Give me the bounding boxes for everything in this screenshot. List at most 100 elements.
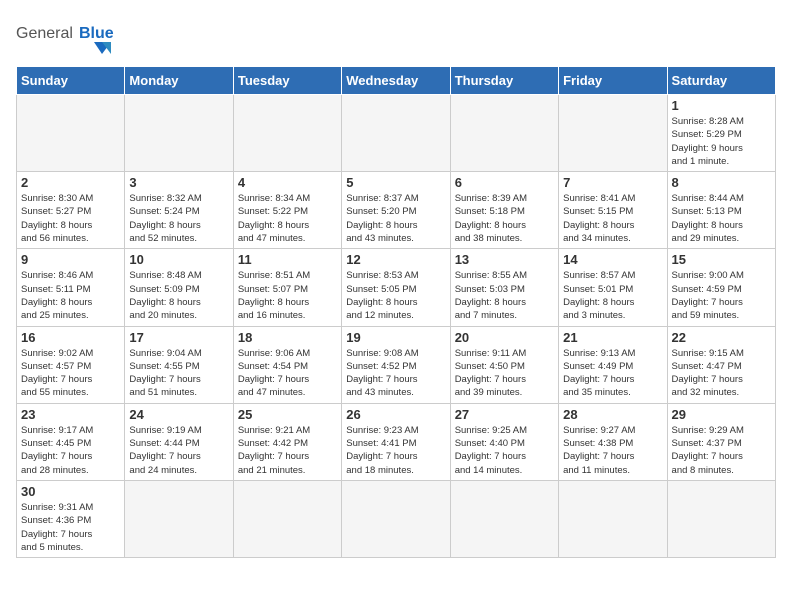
day-number: 29: [672, 407, 771, 422]
day-info: Sunrise: 9:13 AM Sunset: 4:49 PM Dayligh…: [563, 347, 662, 400]
calendar-cell: 10 Sunrise: 8:48 AM Sunset: 5:09 PM Dayli…: [125, 249, 233, 326]
day-info: Sunrise: 8:28 AM Sunset: 5:29 PM Dayligh…: [672, 115, 771, 168]
day-number: 26: [346, 407, 445, 422]
day-number: 24: [129, 407, 228, 422]
day-number: 23: [21, 407, 120, 422]
day-info: Sunrise: 9:15 AM Sunset: 4:47 PM Dayligh…: [672, 347, 771, 400]
day-info: Sunrise: 9:31 AM Sunset: 4:36 PM Dayligh…: [21, 501, 120, 554]
calendar-week-row: 30 Sunrise: 9:31 AM Sunset: 4:36 PM Dayli…: [17, 480, 776, 557]
calendar-cell: 15 Sunrise: 9:00 AM Sunset: 4:59 PM Dayli…: [667, 249, 775, 326]
calendar-cell: 29Sunrise: 9:29 AM Sunset: 4:37 PM Dayli…: [667, 403, 775, 480]
calendar-cell: [450, 95, 558, 172]
calendar-cell: 18 Sunrise: 9:06 AM Sunset: 4:54 PM Dayli…: [233, 326, 341, 403]
calendar-cell: [17, 95, 125, 172]
day-number: 7: [563, 175, 662, 190]
day-info: Sunrise: 8:39 AM Sunset: 5:18 PM Dayligh…: [455, 192, 554, 245]
calendar-cell: 30 Sunrise: 9:31 AM Sunset: 4:36 PM Dayli…: [17, 480, 125, 557]
day-number: 25: [238, 407, 337, 422]
calendar-week-row: 16 Sunrise: 9:02 AM Sunset: 4:57 PM Dayli…: [17, 326, 776, 403]
calendar-cell: 2 Sunrise: 8:30 AM Sunset: 5:27 PM Daylig…: [17, 172, 125, 249]
day-number: 6: [455, 175, 554, 190]
day-number: 14: [563, 252, 662, 267]
calendar-cell: [559, 95, 667, 172]
day-info: Sunrise: 9:00 AM Sunset: 4:59 PM Dayligh…: [672, 269, 771, 322]
day-number: 16: [21, 330, 120, 345]
calendar-table: SundayMondayTuesdayWednesdayThursdayFrid…: [16, 66, 776, 558]
day-number: 2: [21, 175, 120, 190]
calendar-cell: [125, 480, 233, 557]
calendar-cell: 8 Sunrise: 8:44 AM Sunset: 5:13 PM Daylig…: [667, 172, 775, 249]
day-number: 18: [238, 330, 337, 345]
calendar-cell: 13 Sunrise: 8:55 AM Sunset: 5:03 PM Dayli…: [450, 249, 558, 326]
day-number: 10: [129, 252, 228, 267]
day-number: 12: [346, 252, 445, 267]
day-header-saturday: Saturday: [667, 67, 775, 95]
day-info: Sunrise: 9:02 AM Sunset: 4:57 PM Dayligh…: [21, 347, 120, 400]
day-number: 15: [672, 252, 771, 267]
svg-text:General: General: [16, 25, 73, 42]
calendar-week-row: 2 Sunrise: 8:30 AM Sunset: 5:27 PM Daylig…: [17, 172, 776, 249]
day-header-monday: Monday: [125, 67, 233, 95]
day-number: 27: [455, 407, 554, 422]
day-number: 17: [129, 330, 228, 345]
day-info: Sunrise: 8:34 AM Sunset: 5:22 PM Dayligh…: [238, 192, 337, 245]
calendar-cell: 12 Sunrise: 8:53 AM Sunset: 5:05 PM Dayli…: [342, 249, 450, 326]
calendar-cell: 21 Sunrise: 9:13 AM Sunset: 4:49 PM Dayli…: [559, 326, 667, 403]
header: General Blue: [16, 16, 776, 58]
day-number: 3: [129, 175, 228, 190]
calendar-cell: [233, 95, 341, 172]
day-info: Sunrise: 8:51 AM Sunset: 5:07 PM Dayligh…: [238, 269, 337, 322]
calendar-cell: [667, 480, 775, 557]
day-info: Sunrise: 9:27 AM Sunset: 4:38 PM Dayligh…: [563, 424, 662, 477]
calendar-cell: 27Sunrise: 9:25 AM Sunset: 4:40 PM Dayli…: [450, 403, 558, 480]
logo-icon: General Blue: [16, 16, 126, 56]
day-info: Sunrise: 8:46 AM Sunset: 5:11 PM Dayligh…: [21, 269, 120, 322]
day-info: Sunrise: 8:48 AM Sunset: 5:09 PM Dayligh…: [129, 269, 228, 322]
calendar-cell: 20Sunrise: 9:11 AM Sunset: 4:50 PM Dayli…: [450, 326, 558, 403]
day-info: Sunrise: 9:19 AM Sunset: 4:44 PM Dayligh…: [129, 424, 228, 477]
calendar-cell: 3 Sunrise: 8:32 AM Sunset: 5:24 PM Daylig…: [125, 172, 233, 249]
svg-text:Blue: Blue: [79, 25, 114, 42]
day-number: 21: [563, 330, 662, 345]
calendar-cell: 9Sunrise: 8:46 AM Sunset: 5:11 PM Daylig…: [17, 249, 125, 326]
calendar-cell: [450, 480, 558, 557]
day-info: Sunrise: 8:55 AM Sunset: 5:03 PM Dayligh…: [455, 269, 554, 322]
day-header-tuesday: Tuesday: [233, 67, 341, 95]
calendar-cell: 25 Sunrise: 9:21 AM Sunset: 4:42 PM Dayli…: [233, 403, 341, 480]
calendar-week-row: 9Sunrise: 8:46 AM Sunset: 5:11 PM Daylig…: [17, 249, 776, 326]
day-number: 13: [455, 252, 554, 267]
calendar-cell: [342, 95, 450, 172]
day-info: Sunrise: 9:08 AM Sunset: 4:52 PM Dayligh…: [346, 347, 445, 400]
day-info: Sunrise: 8:30 AM Sunset: 5:27 PM Dayligh…: [21, 192, 120, 245]
day-info: Sunrise: 9:04 AM Sunset: 4:55 PM Dayligh…: [129, 347, 228, 400]
calendar-cell: [125, 95, 233, 172]
calendar-cell: 4 Sunrise: 8:34 AM Sunset: 5:22 PM Daylig…: [233, 172, 341, 249]
logo: General Blue: [16, 16, 126, 58]
calendar-cell: 26Sunrise: 9:23 AM Sunset: 4:41 PM Dayli…: [342, 403, 450, 480]
day-info: Sunrise: 9:11 AM Sunset: 4:50 PM Dayligh…: [455, 347, 554, 400]
day-header-sunday: Sunday: [17, 67, 125, 95]
calendar-cell: 28Sunrise: 9:27 AM Sunset: 4:38 PM Dayli…: [559, 403, 667, 480]
day-number: 11: [238, 252, 337, 267]
day-info: Sunrise: 9:06 AM Sunset: 4:54 PM Dayligh…: [238, 347, 337, 400]
day-number: 4: [238, 175, 337, 190]
calendar-cell: 19Sunrise: 9:08 AM Sunset: 4:52 PM Dayli…: [342, 326, 450, 403]
calendar-cell: 22 Sunrise: 9:15 AM Sunset: 4:47 PM Dayli…: [667, 326, 775, 403]
day-number: 22: [672, 330, 771, 345]
day-info: Sunrise: 9:21 AM Sunset: 4:42 PM Dayligh…: [238, 424, 337, 477]
day-number: 5: [346, 175, 445, 190]
day-number: 1: [672, 98, 771, 113]
day-info: Sunrise: 8:32 AM Sunset: 5:24 PM Dayligh…: [129, 192, 228, 245]
day-info: Sunrise: 8:53 AM Sunset: 5:05 PM Dayligh…: [346, 269, 445, 322]
day-info: Sunrise: 8:44 AM Sunset: 5:13 PM Dayligh…: [672, 192, 771, 245]
calendar-cell: 1 Sunrise: 8:28 AM Sunset: 5:29 PM Daylig…: [667, 95, 775, 172]
day-info: Sunrise: 8:57 AM Sunset: 5:01 PM Dayligh…: [563, 269, 662, 322]
calendar-cell: 14 Sunrise: 8:57 AM Sunset: 5:01 PM Dayli…: [559, 249, 667, 326]
calendar-cell: 23 Sunrise: 9:17 AM Sunset: 4:45 PM Dayli…: [17, 403, 125, 480]
day-number: 8: [672, 175, 771, 190]
day-info: Sunrise: 8:41 AM Sunset: 5:15 PM Dayligh…: [563, 192, 662, 245]
calendar-week-row: 1 Sunrise: 8:28 AM Sunset: 5:29 PM Daylig…: [17, 95, 776, 172]
day-number: 30: [21, 484, 120, 499]
day-info: Sunrise: 9:17 AM Sunset: 4:45 PM Dayligh…: [21, 424, 120, 477]
day-header-wednesday: Wednesday: [342, 67, 450, 95]
